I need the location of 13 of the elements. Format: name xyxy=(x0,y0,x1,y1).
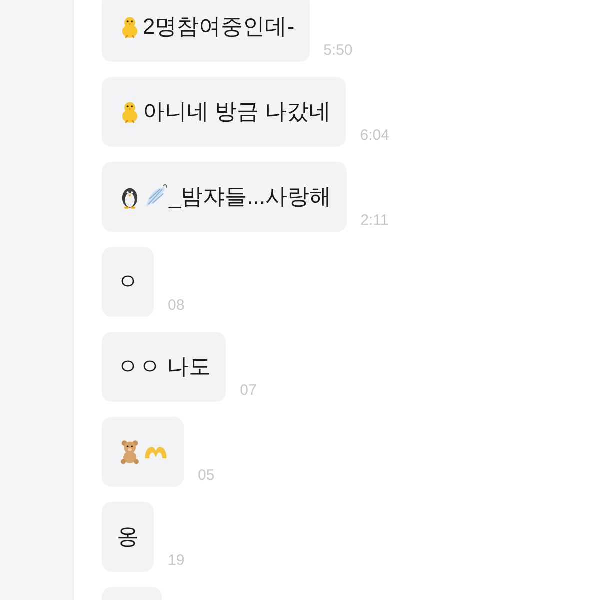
message-text: 아니네 방금 나갔네 xyxy=(143,99,332,125)
timestamp: 2:11 xyxy=(360,212,389,230)
message-text: 2명참여중인데- xyxy=(143,14,295,40)
timestamp: 05 xyxy=(198,467,215,485)
timestamp: 6:04 xyxy=(360,127,390,145)
message-text: _밤쟈들...사랑해 xyxy=(169,184,332,210)
message-text: ㅇ xyxy=(117,269,139,295)
timestamp: 19 xyxy=(168,552,185,570)
timestamp: 08 xyxy=(168,297,185,315)
timestamp: 5:50 xyxy=(324,42,353,60)
timestamp: 07 xyxy=(240,382,257,400)
message-text: ㅇㅇ 나도 xyxy=(117,354,212,380)
message-text: 옹 xyxy=(117,524,139,550)
